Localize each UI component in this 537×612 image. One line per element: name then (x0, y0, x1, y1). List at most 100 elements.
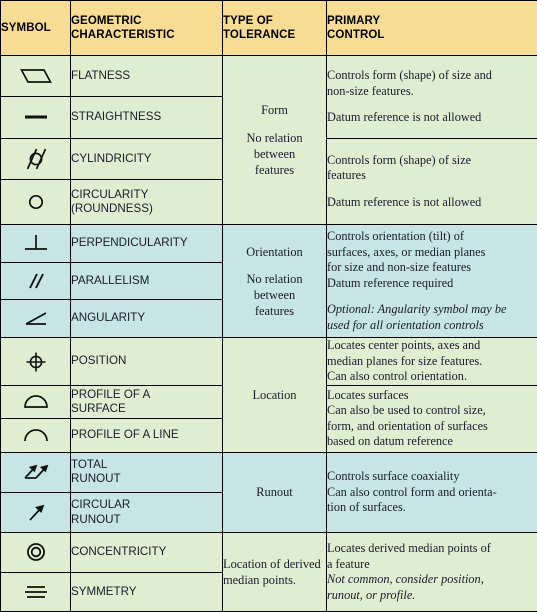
table-row: POSITION Location Locates center points,… (0, 337, 537, 453)
header-geometric-line1: GEOMETRIC (71, 14, 142, 27)
characteristic-label-line1: TOTAL (71, 457, 108, 471)
characteristic-label-line1: CIRCULARITY (71, 187, 149, 201)
characteristic-cell-cylindricity: CYLINDRICITY (70, 137, 223, 180)
header-symbol: SYMBOL (0, 0, 71, 56)
control-cell-orientation: Controls orientation (tilt) of surfaces,… (326, 224, 537, 339)
tolerance-derived-line3: points. (262, 573, 296, 588)
characteristic-label-line1: CIRCULAR (71, 498, 131, 512)
symbol-cell-total-runout (0, 451, 71, 493)
position-crosshair-icon (26, 352, 45, 372)
profile-of-surface-icon (23, 395, 48, 409)
control-italic-line2: runout, or profile. (327, 587, 416, 602)
control-line4: based on datum reference (327, 434, 453, 449)
control-italic-line1: Not common, consider position, (327, 572, 484, 587)
characteristic-cell-total-runout: TOTAL RUNOUT (70, 451, 223, 493)
flatness-parallelogram-icon (19, 69, 52, 84)
symbol-cell-symmetry (0, 571, 71, 612)
control-cell-form-cylindricity-circularity: Controls form (shape) of size features D… (326, 137, 537, 226)
control-line3: for size and non-size features (327, 260, 472, 275)
characteristic-cell-profile-of-surface: PROFILE OF A SURFACE (70, 385, 223, 420)
control-line2: Can also control form and orienta- (327, 484, 497, 499)
header-type-line2: TOLERANCE (223, 29, 296, 41)
parallelism-icon (28, 273, 44, 289)
characteristic-cell-perpendicularity: PERPENDICULARITY (70, 224, 223, 263)
characteristic-label: SYMMETRY (71, 584, 137, 598)
gdt-symbols-table: SYMBOL GEOMETRIC CHARACTERISTIC TYPE OF … (0, 0, 537, 612)
symbol-cell-flatness (0, 54, 71, 98)
characteristic-cell-parallelism: PARALLELISM (70, 261, 223, 300)
control-line3: Datum reference is not allowed (327, 194, 482, 209)
cylindricity-icon (26, 148, 46, 170)
table-header: SYMBOL GEOMETRIC CHARACTERISTIC TYPE OF … (0, 0, 537, 56)
symbol-cell-circular-runout (0, 491, 71, 534)
symbol-cell-cylindricity (0, 137, 71, 180)
control-line3: Can also control orientation. (327, 369, 468, 384)
characteristic-label-line1: PROFILE OF A (71, 387, 151, 401)
tolerance-type-location: Location (222, 337, 327, 453)
control-cell-concentricity-symmetry: Locates derived median points of a featu… (326, 532, 537, 612)
control-cell-form-flatness-straightness: Controls form (shape) of size and non-si… (326, 55, 537, 139)
symbol-cell-position (0, 337, 71, 387)
header-type-of-tolerance: TYPE OF TOLERANCE (222, 0, 327, 56)
characteristic-label-line2: SURFACE (71, 402, 126, 416)
tolerance-type-location-derived: Location of derived median points. (222, 532, 327, 612)
control-line2: features (327, 168, 366, 183)
control-cell-profile: Locates surfaces Can also be used to con… (326, 385, 537, 453)
total-runout-icon (23, 465, 48, 480)
concentricity-icon (26, 543, 45, 562)
control-line3: Datum reference is not allowed (327, 110, 482, 125)
control-spacer (327, 291, 537, 302)
control-spacer (327, 184, 537, 195)
characteristic-label: PERPENDICULARITY (71, 236, 188, 250)
characteristic-label-line2: RUNOUT (71, 512, 121, 526)
tolerance-sub-line2: between (253, 146, 296, 161)
control-line1: Locates center points, axes and (327, 338, 481, 353)
header-primary-line2: CONTROL (327, 29, 385, 41)
control-italic-line2: used for all orientation controls (327, 317, 484, 332)
tolerance-type-orientation: Orientation No relation between features (222, 224, 327, 339)
control-line1: Locates surfaces (327, 387, 409, 402)
control-spacer (327, 99, 537, 110)
tolerance-sub-line1: No relation (246, 130, 303, 145)
symbol-cell-profile-of-surface (0, 385, 71, 420)
characteristic-label: POSITION (71, 354, 127, 368)
characteristic-label-line2: (ROUNDNESS) (71, 202, 153, 216)
characteristic-label-line2: RUNOUT (71, 472, 121, 486)
tolerance-type-sub: No relation between features (223, 271, 326, 319)
control-italic-line1: Optional: Angularity symbol may be (327, 302, 507, 317)
table-row: CONCENTRICITY Location of derived median… (0, 532, 537, 612)
control-line2: non-size features. (327, 83, 414, 98)
straightness-line-icon (24, 115, 47, 119)
control-line3: tion of surfaces. (327, 500, 406, 515)
characteristic-label: PROFILE OF A LINE (71, 428, 179, 442)
control-line2: a feature (327, 556, 370, 571)
header-type-line1: TYPE OF (223, 14, 273, 27)
control-cell-runout: Controls surface coaxiality Can also con… (326, 451, 537, 534)
header-symbol-label: SYMBOL (1, 21, 51, 34)
characteristic-label: ANGULARITY (71, 311, 146, 325)
table-row: PERPENDICULARITY Orientation No relation… (0, 224, 537, 339)
circular-runout-icon (28, 504, 44, 521)
control-line2: median planes for size features. (327, 353, 483, 368)
control-cell-position: Locates center points, axes and median p… (326, 337, 537, 387)
characteristic-label: STRAIGHTNESS (71, 110, 162, 124)
header-geometric-characteristic: GEOMETRIC CHARACTERISTIC (70, 0, 223, 56)
table-row: FLATNESS Form No relation between featur… (0, 54, 537, 226)
characteristic-cell-symmetry: SYMMETRY (70, 571, 223, 612)
characteristic-cell-angularity: ANGULARITY (70, 298, 223, 339)
characteristic-label: CONCENTRICITY (71, 545, 167, 559)
control-line1: Controls orientation (tilt) of (327, 229, 464, 244)
tolerance-type-runout: Runout (222, 451, 327, 534)
table-row: TOTAL RUNOUT Runout Controls surface coa… (0, 451, 537, 534)
header-primary-control: PRIMARY CONTROL (326, 0, 537, 56)
control-line2: Can also be used to control size, (327, 403, 486, 418)
tolerance-type-title: Form (261, 103, 288, 118)
tolerance-type-title: Location (252, 387, 297, 402)
tolerance-derived-line1: Location of (223, 557, 281, 572)
tolerance-type-title: Orientation (246, 244, 303, 259)
perpendicularity-icon (24, 235, 47, 251)
tolerance-sub-line3: features (254, 303, 295, 318)
tolerance-sub-line3: features (254, 162, 295, 177)
tolerance-type-sub: No relation between features (223, 130, 326, 178)
table-body: FLATNESS Form No relation between featur… (0, 54, 537, 612)
